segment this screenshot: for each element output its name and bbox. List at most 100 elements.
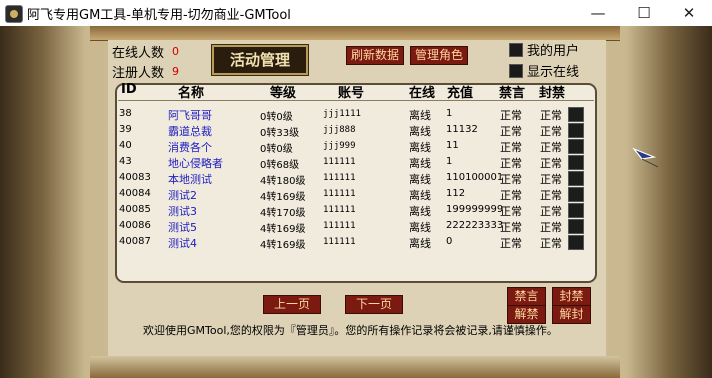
cell-id[interactable]: 43 — [119, 156, 132, 167]
cell-recharge[interactable]: 11 — [446, 140, 459, 151]
cell-mute-status[interactable]: 正常 — [500, 187, 522, 203]
column-header-online[interactable]: 在线 — [409, 82, 435, 101]
column-header-name[interactable]: 名称 — [178, 82, 204, 101]
cell-name[interactable]: 霸道总裁 — [168, 123, 212, 139]
cell-id[interactable]: 39 — [119, 124, 132, 135]
cell-name[interactable]: 测试3 — [168, 203, 197, 219]
row-select-icon[interactable] — [568, 155, 584, 170]
row-select-icon[interactable] — [568, 139, 584, 154]
cell-account[interactable]: jjj1111 — [323, 109, 361, 119]
cell-level[interactable]: 4转169级 — [260, 236, 305, 251]
cell-ban-status[interactable]: 正常 — [540, 219, 562, 235]
row-select-icon[interactable] — [568, 187, 584, 202]
cell-recharge[interactable]: 199999999 — [446, 204, 503, 215]
column-header-ban[interactable]: 封禁 — [539, 82, 565, 101]
cell-ban-status[interactable]: 正常 — [540, 171, 562, 187]
cell-level[interactable]: 4转169级 — [260, 220, 305, 235]
cell-account[interactable]: 111111 — [323, 189, 356, 199]
column-header-recharge[interactable]: 充值 — [447, 82, 473, 101]
cell-online[interactable]: 离线 — [409, 187, 431, 203]
cell-account[interactable]: 111111 — [323, 173, 356, 183]
cell-ban-status[interactable]: 正常 — [540, 139, 562, 155]
column-header-id[interactable]: ID — [121, 82, 137, 97]
cell-name[interactable]: 测试2 — [168, 187, 197, 203]
cell-id[interactable]: 40 — [119, 140, 132, 151]
cell-ban-status[interactable]: 正常 — [540, 235, 562, 251]
cell-ban-status[interactable]: 正常 — [540, 155, 562, 171]
cell-name[interactable]: 阿飞哥哥 — [168, 107, 212, 123]
cell-recharge[interactable]: 1 — [446, 156, 452, 167]
cell-account[interactable]: jjj888 — [323, 125, 356, 135]
cell-level[interactable]: 4转170级 — [260, 204, 305, 219]
cell-account[interactable]: 111111 — [323, 205, 356, 215]
cell-recharge[interactable]: 0 — [446, 236, 452, 247]
cell-online[interactable]: 离线 — [409, 203, 431, 219]
cell-account[interactable]: 111111 — [323, 157, 356, 167]
cell-online[interactable]: 离线 — [409, 155, 431, 171]
manage-role-button[interactable]: 管理角色 — [410, 46, 468, 65]
cell-account[interactable]: jjj999 — [323, 141, 356, 151]
refresh-data-button[interactable]: 刷新数据 — [346, 46, 404, 65]
cell-ban-status[interactable]: 正常 — [540, 187, 562, 203]
cell-ban-status[interactable]: 正常 — [540, 123, 562, 139]
minimize-button[interactable]: — — [575, 0, 621, 26]
cell-id[interactable]: 40086 — [119, 220, 151, 231]
activity-management-button[interactable]: 活动管理 — [212, 45, 308, 75]
cell-account[interactable]: 111111 — [323, 237, 356, 247]
mute-button[interactable]: 禁言 — [507, 287, 546, 306]
next-page-button[interactable]: 下一页 — [345, 295, 403, 314]
ban-button[interactable]: 封禁 — [552, 287, 591, 306]
cell-name[interactable]: 消费各个 — [168, 139, 212, 155]
cell-recharge[interactable]: 112 — [446, 188, 465, 199]
cell-name[interactable]: 测试5 — [168, 219, 197, 235]
cell-id[interactable]: 40085 — [119, 204, 151, 215]
cell-mute-status[interactable]: 正常 — [500, 139, 522, 155]
row-select-icon[interactable] — [568, 107, 584, 122]
cell-level[interactable]: 0转0级 — [260, 108, 293, 123]
row-select-icon[interactable] — [568, 219, 584, 234]
cell-mute-status[interactable]: 正常 — [500, 219, 522, 235]
row-select-icon[interactable] — [568, 123, 584, 138]
cell-mute-status[interactable]: 正常 — [500, 235, 522, 251]
cell-level[interactable]: 0转68级 — [260, 156, 299, 171]
cell-id[interactable]: 40084 — [119, 188, 151, 199]
cell-mute-status[interactable]: 正常 — [500, 155, 522, 171]
cell-level[interactable]: 4转180级 — [260, 172, 305, 187]
cell-online[interactable]: 离线 — [409, 139, 431, 155]
cell-account[interactable]: 111111 — [323, 221, 356, 231]
cell-recharge[interactable]: 11132 — [446, 124, 478, 135]
cell-mute-status[interactable]: 正常 — [500, 203, 522, 219]
show-online-checkbox[interactable] — [509, 64, 523, 78]
cell-ban-status[interactable]: 正常 — [540, 107, 562, 123]
cell-recharge[interactable]: 222223333 — [446, 220, 503, 231]
maximize-button[interactable]: ☐ — [621, 0, 667, 26]
prev-page-button[interactable]: 上一页 — [263, 295, 321, 314]
column-header-account[interactable]: 账号 — [338, 82, 364, 101]
cell-mute-status[interactable]: 正常 — [500, 107, 522, 123]
cell-level[interactable]: 4转169级 — [260, 188, 305, 203]
cell-id[interactable]: 40083 — [119, 172, 151, 183]
cell-level[interactable]: 0转33级 — [260, 124, 299, 139]
cell-id[interactable]: 40087 — [119, 236, 151, 247]
row-select-icon[interactable] — [568, 203, 584, 218]
close-button[interactable]: ✕ — [666, 0, 712, 26]
column-header-mute[interactable]: 禁言 — [499, 82, 525, 101]
cell-online[interactable]: 离线 — [409, 123, 431, 139]
cell-level[interactable]: 0转0级 — [260, 140, 293, 155]
cell-recharge[interactable]: 110100001 — [446, 172, 503, 183]
cell-online[interactable]: 离线 — [409, 219, 431, 235]
column-header-level[interactable]: 等级 — [270, 82, 296, 101]
cell-name[interactable]: 地心侵略者 — [168, 155, 223, 171]
cell-id[interactable]: 38 — [119, 108, 132, 119]
cell-name[interactable]: 测试4 — [168, 235, 197, 251]
cell-online[interactable]: 离线 — [409, 171, 431, 187]
cell-mute-status[interactable]: 正常 — [500, 171, 522, 187]
cell-recharge[interactable]: 1 — [446, 108, 452, 119]
my-users-checkbox[interactable] — [509, 43, 523, 57]
row-select-icon[interactable] — [568, 171, 584, 186]
row-select-icon[interactable] — [568, 235, 584, 250]
cell-ban-status[interactable]: 正常 — [540, 203, 562, 219]
cell-online[interactable]: 离线 — [409, 107, 431, 123]
cell-name[interactable]: 本地测试 — [168, 171, 212, 187]
cell-online[interactable]: 离线 — [409, 235, 431, 251]
